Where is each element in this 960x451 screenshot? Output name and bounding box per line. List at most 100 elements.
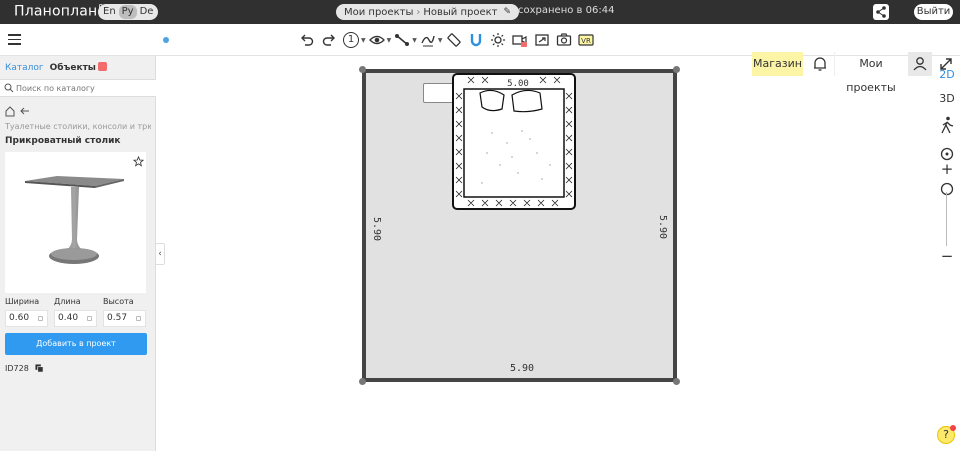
view-3d-button[interactable]: 3D — [936, 92, 958, 105]
zoom-in-button[interactable]: + — [936, 160, 958, 178]
table-preview-image — [25, 176, 124, 264]
vr-icon: VR — [577, 34, 594, 46]
height-field-group: Высота 0.57 — [103, 297, 146, 327]
length-field[interactable]: 0.40 — [54, 310, 97, 327]
magnet-icon — [470, 34, 481, 47]
draw-tool-button[interactable] — [419, 31, 437, 49]
edit-pencil-icon[interactable]: ✎ — [503, 7, 511, 17]
zoom-slider-track[interactable] — [946, 192, 947, 246]
menu-icon[interactable] — [8, 34, 21, 45]
app-logo[interactable]: Планопланβ — [14, 3, 104, 20]
vr-button[interactable]: VR — [577, 31, 595, 49]
length-label: Длина — [54, 297, 81, 306]
tab-objects[interactable]: Объекты — [50, 62, 107, 73]
export-icon — [534, 34, 549, 46]
light-button[interactable] — [489, 31, 507, 49]
status-dot — [163, 37, 169, 43]
lang-ru[interactable]: Ру — [118, 5, 137, 19]
save-status: сохранено в 06:44 — [518, 5, 615, 16]
eye-icon — [368, 35, 385, 45]
zoom-slider-handle[interactable] — [940, 182, 954, 196]
redo-button[interactable] — [320, 31, 338, 49]
wall-corner-handle[interactable] — [359, 378, 366, 385]
chevron-down-icon[interactable]: ▼ — [361, 37, 366, 44]
redo-icon — [322, 34, 335, 46]
view-2d-button[interactable]: 2D — [936, 68, 958, 81]
chevron-down-icon[interactable]: ▼ — [412, 37, 417, 44]
undo-button[interactable] — [298, 31, 316, 49]
catalog-sidebar: Каталог Объекты Туалетные столики, консо… — [0, 56, 156, 451]
back-arrow-icon[interactable] — [20, 106, 30, 116]
level-number: 1 — [343, 32, 359, 48]
lang-en[interactable]: En — [100, 5, 119, 19]
measure-button[interactable] — [445, 31, 463, 49]
magnet-button[interactable] — [467, 31, 485, 49]
sun-icon — [490, 33, 505, 47]
breadcrumb-my-projects[interactable]: Мои проекты — [344, 7, 413, 18]
help-button[interactable]: ? — [937, 425, 956, 444]
bed-object[interactable]: 5.00 — [452, 73, 576, 210]
length-field-group: Длина 0.40 — [54, 297, 97, 327]
chevron-down-icon[interactable]: ▼ — [438, 37, 443, 44]
wall-corner-handle[interactable] — [673, 66, 680, 73]
height-field[interactable]: 0.57 — [103, 310, 146, 327]
screenshot-button[interactable] — [555, 31, 573, 49]
top-bar: Планопланβ En Ру De Мои проекты › Новый … — [0, 0, 960, 24]
undo-icon — [301, 34, 314, 46]
view-controls: 2D 3D + − — [936, 56, 960, 451]
curve-tool-icon — [421, 35, 435, 47]
tool-group: 1 ▼ ▼ ▼ ▼ VR — [298, 31, 599, 49]
camera-lock-icon — [511, 35, 527, 47]
visibility-button[interactable] — [368, 31, 386, 49]
logout-button[interactable]: Выйти — [914, 4, 953, 20]
walk-mode-icon[interactable] — [939, 116, 955, 134]
search-input[interactable] — [16, 82, 151, 95]
category-path[interactable]: Туалетные столики, консоли и трюмо — [5, 122, 151, 131]
home-icon[interactable] — [5, 106, 15, 117]
lock-icon[interactable] — [87, 316, 92, 321]
wall-tool-button[interactable] — [393, 31, 411, 49]
video-button[interactable] — [511, 31, 529, 49]
bottom-wall-dimension[interactable]: 5.90 — [510, 363, 534, 374]
catalog-nav — [5, 106, 35, 118]
photo-camera-icon — [556, 33, 571, 46]
wall-corner-handle[interactable] — [673, 378, 680, 385]
breadcrumb: Мои проекты › Новый проект ✎ — [336, 4, 520, 20]
tab-catalog[interactable]: Каталог — [5, 63, 44, 73]
zoom-out-button[interactable]: − — [936, 247, 958, 265]
wall-corner-handle[interactable] — [359, 66, 366, 73]
chevron-down-icon[interactable]: ▼ — [387, 37, 392, 44]
ruler-icon — [446, 33, 461, 47]
wall-tool-icon — [395, 34, 410, 46]
width-field-group: Ширина 0.60 — [5, 297, 48, 327]
language-switcher: En Ру De — [98, 4, 159, 20]
svg-text:VR: VR — [581, 37, 591, 45]
main-toolbar: 1 ▼ ▼ ▼ ▼ VR Магазин Мои проекты — [0, 24, 960, 94]
lock-icon — [97, 62, 107, 71]
zoom-reset-icon[interactable] — [940, 147, 954, 161]
breadcrumb-separator: › — [416, 6, 421, 18]
bed-dimension-label: 5.00 — [507, 79, 529, 89]
share-button[interactable] — [873, 4, 889, 20]
width-value: 0.60 — [9, 313, 30, 323]
item-title: Прикроватный столик — [5, 136, 121, 146]
copy-icon[interactable] — [35, 364, 44, 373]
item-id-row: ID728 — [5, 364, 44, 373]
height-label: Высота — [103, 297, 134, 306]
level-selector[interactable]: 1 — [342, 31, 360, 49]
search-icon — [4, 83, 14, 93]
tab-objects-label: Объекты — [49, 63, 96, 73]
right-wall-dimension[interactable]: 5.90 — [657, 215, 668, 239]
lock-icon[interactable] — [136, 316, 141, 321]
small-object[interactable] — [423, 83, 454, 103]
width-field[interactable]: 0.60 — [5, 310, 48, 327]
lock-icon[interactable] — [38, 316, 43, 321]
width-label: Ширина — [5, 297, 40, 306]
add-to-project-button[interactable]: Добавить в проект — [5, 333, 147, 355]
breadcrumb-project-name[interactable]: Новый проект — [423, 7, 497, 18]
item-card[interactable] — [5, 152, 146, 293]
export-button[interactable] — [533, 31, 551, 49]
lang-de[interactable]: De — [137, 5, 157, 19]
item-id: ID728 — [5, 364, 29, 373]
left-wall-dimension[interactable]: 5.90 — [371, 217, 382, 241]
